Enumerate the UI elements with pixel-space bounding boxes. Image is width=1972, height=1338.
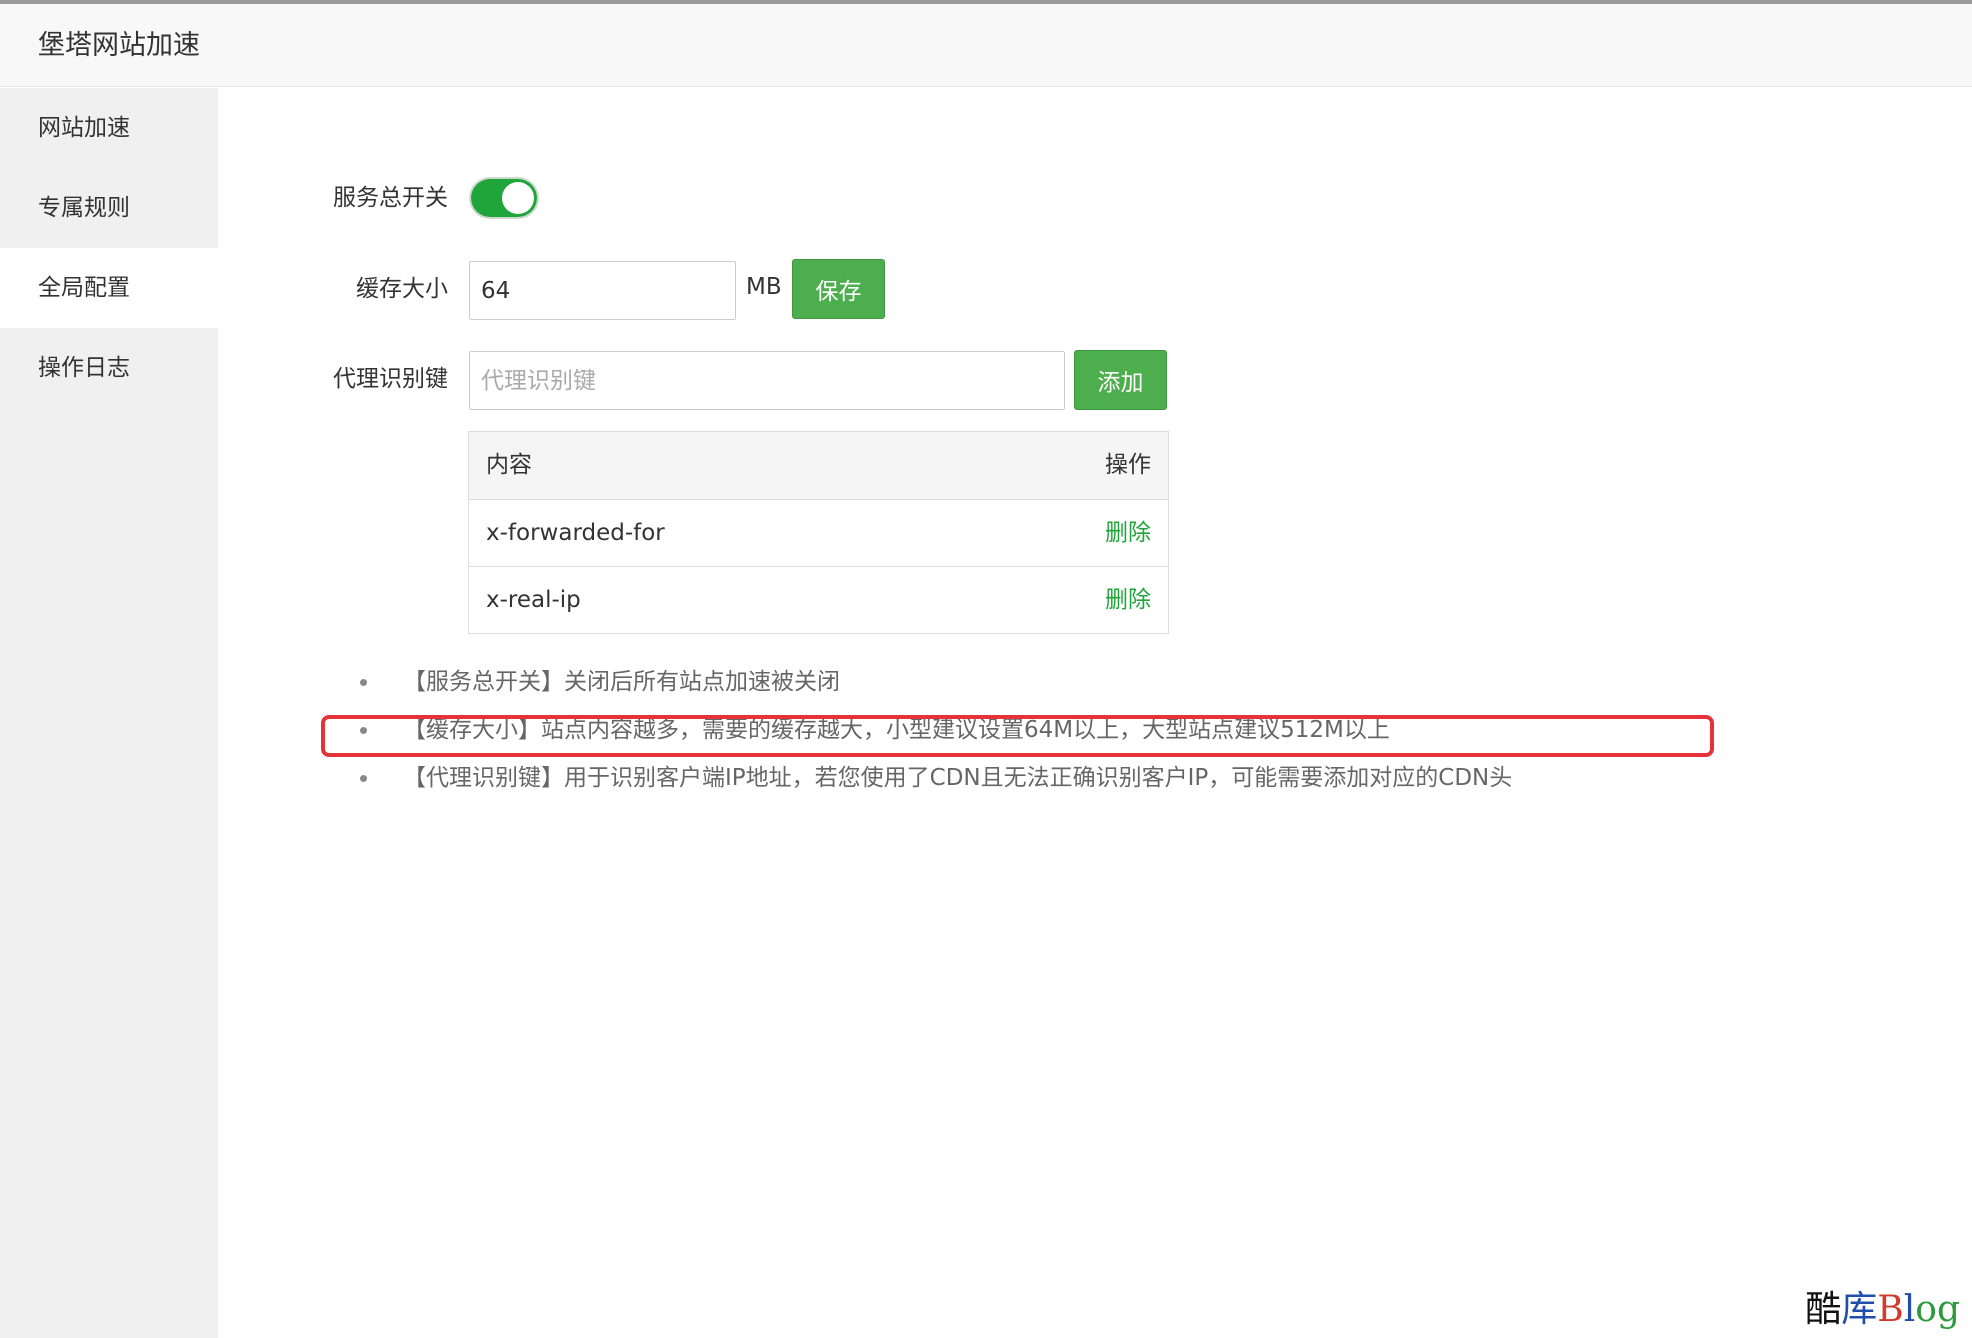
proxy-key-label: 代理识别键 (333, 366, 448, 392)
service-switch-toggle[interactable] (471, 179, 537, 217)
proxy-key-table: 内容 操作 x-forwarded-for 删除 x-real-ip 删除 (468, 431, 1169, 634)
row-content: x-forwarded-for (486, 520, 665, 546)
sidebar-item-custom-rules[interactable]: 专属规则 (0, 168, 218, 248)
dialog-title: 堡塔网站加速 (38, 30, 200, 61)
sidebar-item-site-acceleration[interactable]: 网站加速 (0, 88, 218, 168)
cache-size-unit: MB (746, 274, 782, 300)
sidebar-item-operation-log[interactable]: 操作日志 (0, 328, 218, 408)
help-note-text: 【服务总开关】关闭后所有站点加速被关闭 (403, 669, 840, 695)
highlight-annotation-box (321, 715, 1714, 757)
column-header-action: 操作 (1105, 452, 1151, 478)
watermark-part: 库 (1841, 1289, 1878, 1330)
cache-size-input[interactable] (469, 261, 736, 320)
sidebar: 网站加速 专属规则 全局配置 操作日志 (0, 88, 218, 1338)
watermark-part: og (1915, 1289, 1960, 1330)
bullet-icon (360, 679, 367, 686)
proxy-key-input[interactable] (469, 351, 1065, 410)
main-panel: 服务总开关 缓存大小 MB 保存 代理识别键 添加 内容 操作 x-forwar… (218, 88, 1972, 1338)
dialog-titlebar: 堡塔网站加速 (0, 4, 1972, 87)
toggle-knob (502, 182, 534, 214)
column-header-content: 内容 (486, 452, 532, 478)
watermark-logo: 酷库Blog (1805, 1288, 1960, 1332)
save-button[interactable]: 保存 (792, 259, 885, 319)
delete-link[interactable]: 删除 (1105, 567, 1151, 634)
bullet-icon (360, 775, 367, 782)
help-note-text: 【代理识别键】用于识别客户端IP地址，若您使用了CDN且无法正确识别客户IP，可… (403, 765, 1513, 791)
watermark-part: l (1903, 1289, 1916, 1330)
help-note: 【代理识别键】用于识别客户端IP地址，若您使用了CDN且无法正确识别客户IP，可… (348, 754, 1668, 802)
help-note: 【服务总开关】关闭后所有站点加速被关闭 (348, 658, 1668, 706)
watermark-part: 酷 (1805, 1289, 1842, 1330)
row-content: x-real-ip (486, 587, 581, 613)
add-proxy-key-button[interactable]: 添加 (1074, 350, 1167, 410)
cache-size-label: 缓存大小 (356, 276, 448, 302)
table-header-row: 内容 操作 (469, 432, 1168, 499)
table-row: x-forwarded-for 删除 (469, 499, 1168, 566)
watermark-part: B (1877, 1289, 1904, 1330)
service-switch-label: 服务总开关 (333, 185, 448, 211)
delete-link[interactable]: 删除 (1105, 500, 1151, 567)
sidebar-item-global-config[interactable]: 全局配置 (0, 248, 218, 328)
table-row: x-real-ip 删除 (469, 566, 1168, 633)
